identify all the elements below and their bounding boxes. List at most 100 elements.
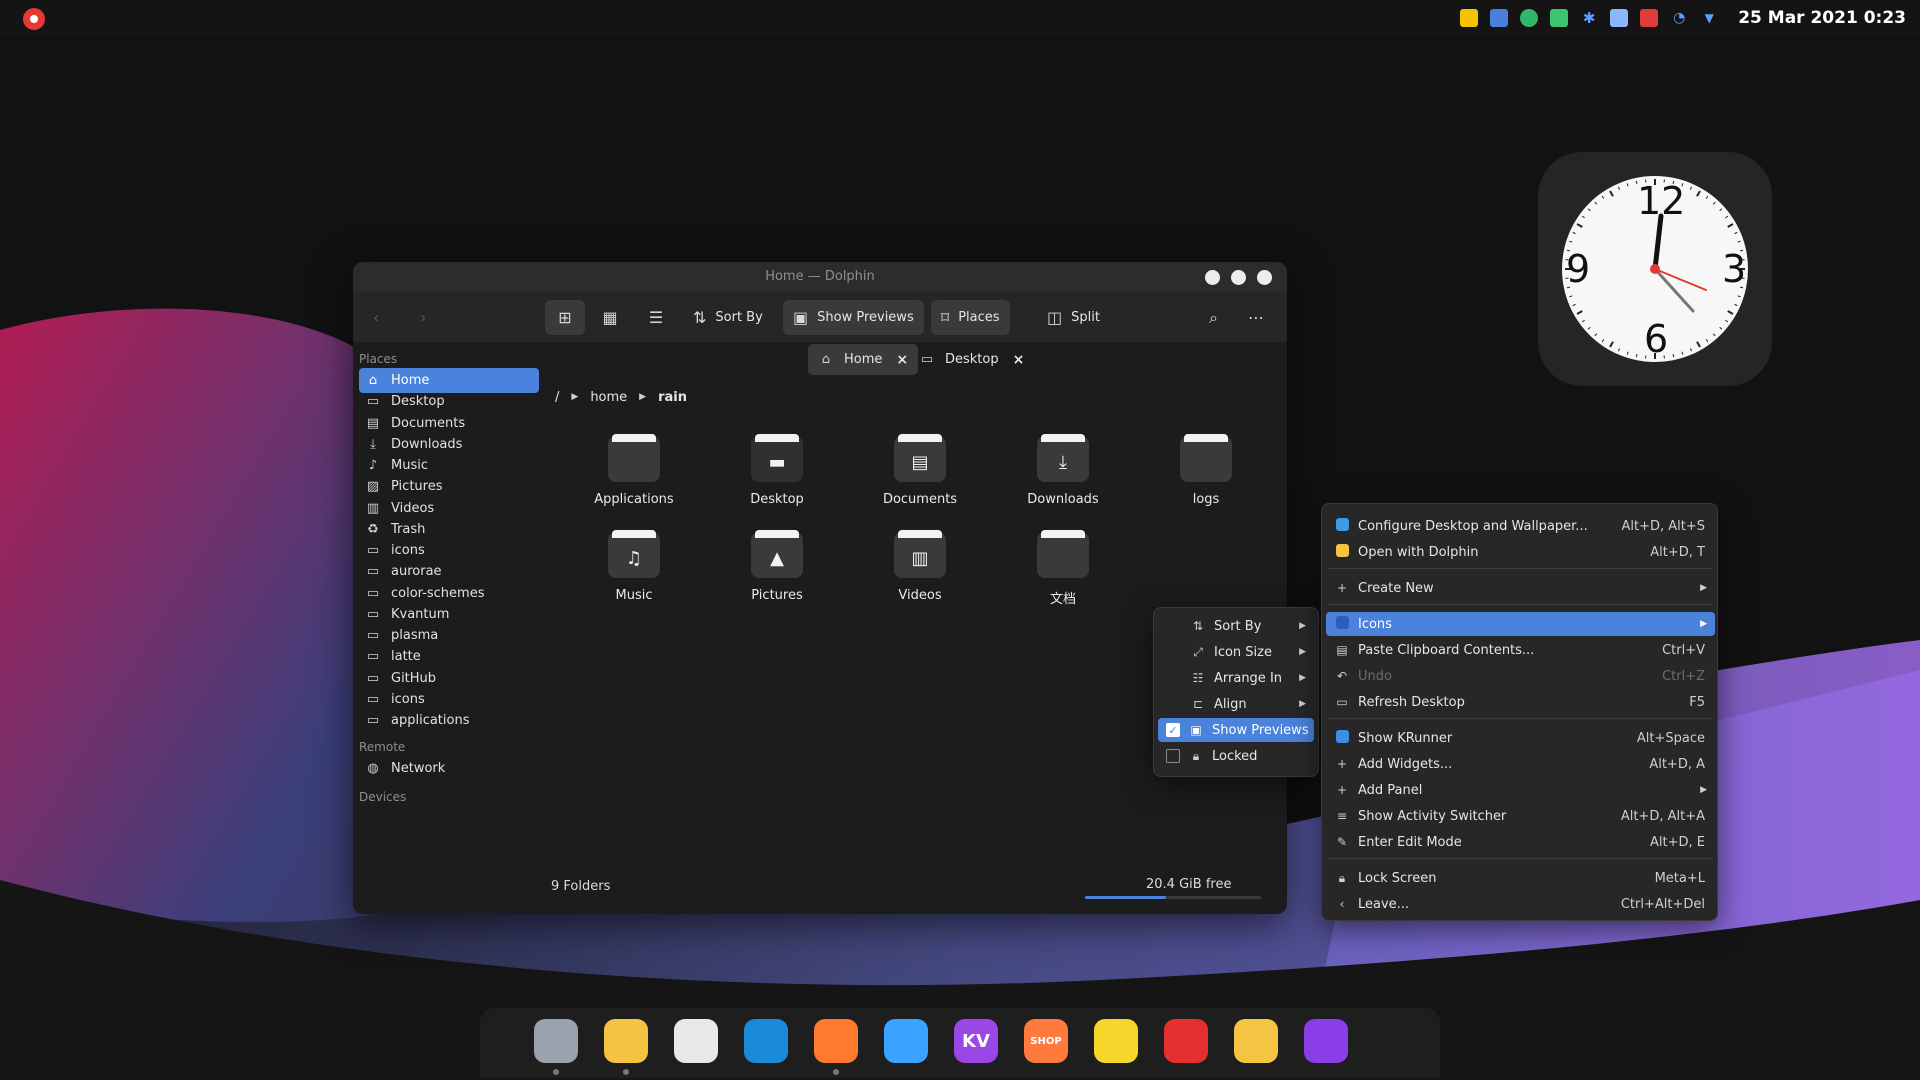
folder-item[interactable]: 文档 [1003,526,1123,616]
chevron-right-icon: ▶ [1299,647,1306,657]
tab-home[interactable]: ⌂ Home × [808,344,919,375]
svg-text:▥: ▥ [911,548,928,569]
submenu-item-icon-size[interactable]: ⤢ Icon Size ▶ [1158,640,1314,664]
details-view-button[interactable]: ☰ [636,300,676,335]
menu-item-lock-screen[interactable]: 🔒︎ Lock Screen Meta+L [1326,866,1715,890]
clipboard-icon[interactable] [1610,9,1629,27]
menu-item-add-panel[interactable]: + Add Panel ▶ [1326,778,1715,802]
folder-documents-icon: ▤ [894,434,946,482]
running-indicator [553,1069,559,1075]
icons-view-button[interactable]: ⊞ [545,300,585,335]
github-desktop-icon[interactable] [884,1019,928,1063]
breadcrumb-home[interactable]: home [590,390,627,405]
chevron-right-icon: ▶ [1700,583,1707,593]
menu-item-icons[interactable]: Icons ▶ [1326,612,1715,636]
submenu-item-show-previews[interactable]: ✓ ▣ Show Previews [1158,718,1314,742]
submenu-item-align[interactable]: ⊏ Align ▶ [1158,692,1314,716]
expand-icon[interactable]: ▼ [1700,9,1718,27]
netease-music-icon[interactable] [1164,1019,1208,1063]
window-title: Home — Dolphin [765,269,875,284]
crop-icon[interactable] [1304,1019,1348,1063]
menu-button[interactable]: ⋯ [1238,300,1274,335]
bluetooth-icon[interactable]: ✱ [1580,9,1598,27]
breadcrumb-root[interactable]: / [555,390,559,405]
battery-icon[interactable] [1550,9,1569,27]
folder-item[interactable]: logs [1146,430,1266,520]
record-icon[interactable] [23,8,45,30]
maximize-button[interactable] [1231,270,1246,285]
music-app-icon[interactable] [1094,1019,1138,1063]
folder-item[interactable]: ▤ Documents [860,430,980,520]
sidebar-item-network[interactable]: ◍ Network [359,756,539,781]
menu-item-create-new[interactable]: + Create New ▶ [1326,576,1715,600]
close-button[interactable] [1257,270,1272,285]
minimize-button[interactable] [1205,270,1220,285]
folder-applications-icon [608,434,660,482]
status-folder-count: 9 Folders [551,879,611,894]
forward-button[interactable]: › [410,300,436,335]
split-button[interactable]: ◫ Split [1037,300,1110,335]
devices-heading: Devices [359,790,407,804]
shop-icon[interactable]: SHOP [1024,1019,1068,1063]
sort-by-button[interactable]: ⇅ Sort By [683,300,773,335]
wifi-icon[interactable]: ◔ [1670,9,1688,27]
menu-item-add-widgets[interactable]: + Add Widgets... Alt+D, A [1326,752,1715,776]
panel-clock[interactable]: 25 Mar 2021 0:23 [1738,8,1906,28]
menu-item-leave[interactable]: ‹ Leave... Ctrl+Alt+Del [1326,892,1715,916]
submenu-item-locked[interactable]: 🔒︎ Locked [1158,744,1314,768]
shortcut-label: Ctrl+V [1662,642,1705,658]
titlebar[interactable]: Home — Dolphin [353,262,1287,292]
image-icon: ▣ [793,308,809,327]
folder-item[interactable]: ▲ Pictures [717,526,837,616]
chevron-right-icon: › [420,308,427,327]
sidebar-item-applications[interactable]: ▭ applications [359,708,539,733]
svg-text:♫: ♫ [626,548,642,569]
shortcut-label: F5 [1689,694,1705,710]
folder-item[interactable]: ▬ Desktop [717,430,837,520]
compact-view-button[interactable]: ▦ [590,300,630,335]
menu-separator [1328,718,1713,719]
folder-icon: ▭ [366,585,380,601]
folder-item[interactable]: Applications [574,430,694,520]
network-icon: ◍ [367,761,379,776]
configure-icon [1334,518,1350,534]
submenu-item-sort-by[interactable]: ⇅ Sort By ▶ [1158,614,1314,638]
firefox-icon[interactable] [814,1019,858,1063]
menu-item-paste-clipboard-contents[interactable]: ▤ Paste Clipboard Contents... Ctrl+V [1326,638,1715,662]
folder-icon: ▭ [366,713,380,728]
kv-icon[interactable]: KV [954,1019,998,1063]
photos-icon[interactable] [1234,1019,1278,1063]
files-icon[interactable] [604,1019,648,1063]
calendar-icon[interactable] [1640,9,1659,27]
tab-desktop[interactable]: ▭ Desktop × [909,344,1034,375]
edge-dev-icon[interactable] [744,1019,788,1063]
folder-item[interactable]: ⤓ Downloads [1003,430,1123,520]
show-previews-button[interactable]: ▣ Show Previews [783,300,924,335]
shortcut-label: Meta+L [1654,870,1705,886]
folder-item[interactable]: ♫ Music [574,526,694,616]
shortcut-label: Alt+Space [1636,730,1705,746]
menu-item-configure-desktop-and-wallpaper[interactable]: Configure Desktop and Wallpaper... Alt+D… [1326,514,1715,538]
menu-item-show-activity-switcher[interactable]: ≡ Show Activity Switcher Alt+D, Alt+A [1326,804,1715,828]
document-icon[interactable] [1490,9,1509,27]
kdeconnect-icon[interactable] [1520,9,1539,27]
menu-item-enter-edit-mode[interactable]: ✎ Enter Edit Mode Alt+D, E [1326,830,1715,854]
breadcrumb-rain[interactable]: rain [658,390,687,405]
close-tab-icon[interactable]: × [1013,352,1025,368]
menu-item-open-with-dolphin[interactable]: Open with Dolphin Alt+D, T [1326,540,1715,564]
places-button[interactable]: ⌑ Places [931,300,1010,335]
submenu-item-arrange-in[interactable]: ☷ Arrange In ▶ [1158,666,1314,690]
search-button[interactable]: ⌕ [1199,300,1228,335]
folder-icon: ▭ [366,543,380,558]
folder-item[interactable]: ▥ Videos [860,526,980,616]
notes-icon[interactable] [1460,9,1479,27]
menu-item-show-krunner[interactable]: Show KRunner Alt+Space [1326,726,1715,750]
close-tab-icon[interactable]: × [896,352,908,368]
chevron-right-icon: ▶ [1299,621,1306,631]
back-button[interactable]: ‹ [363,300,389,335]
menu-item-refresh-desktop[interactable]: ▭ Refresh Desktop F5 [1326,690,1715,714]
chevron-right-icon: ▶ [1700,619,1707,629]
analog-clock-widget[interactable]: 12 3 6 9 [1538,152,1772,386]
system-settings-icon[interactable] [534,1019,578,1063]
inkscape-icon[interactable] [674,1019,718,1063]
